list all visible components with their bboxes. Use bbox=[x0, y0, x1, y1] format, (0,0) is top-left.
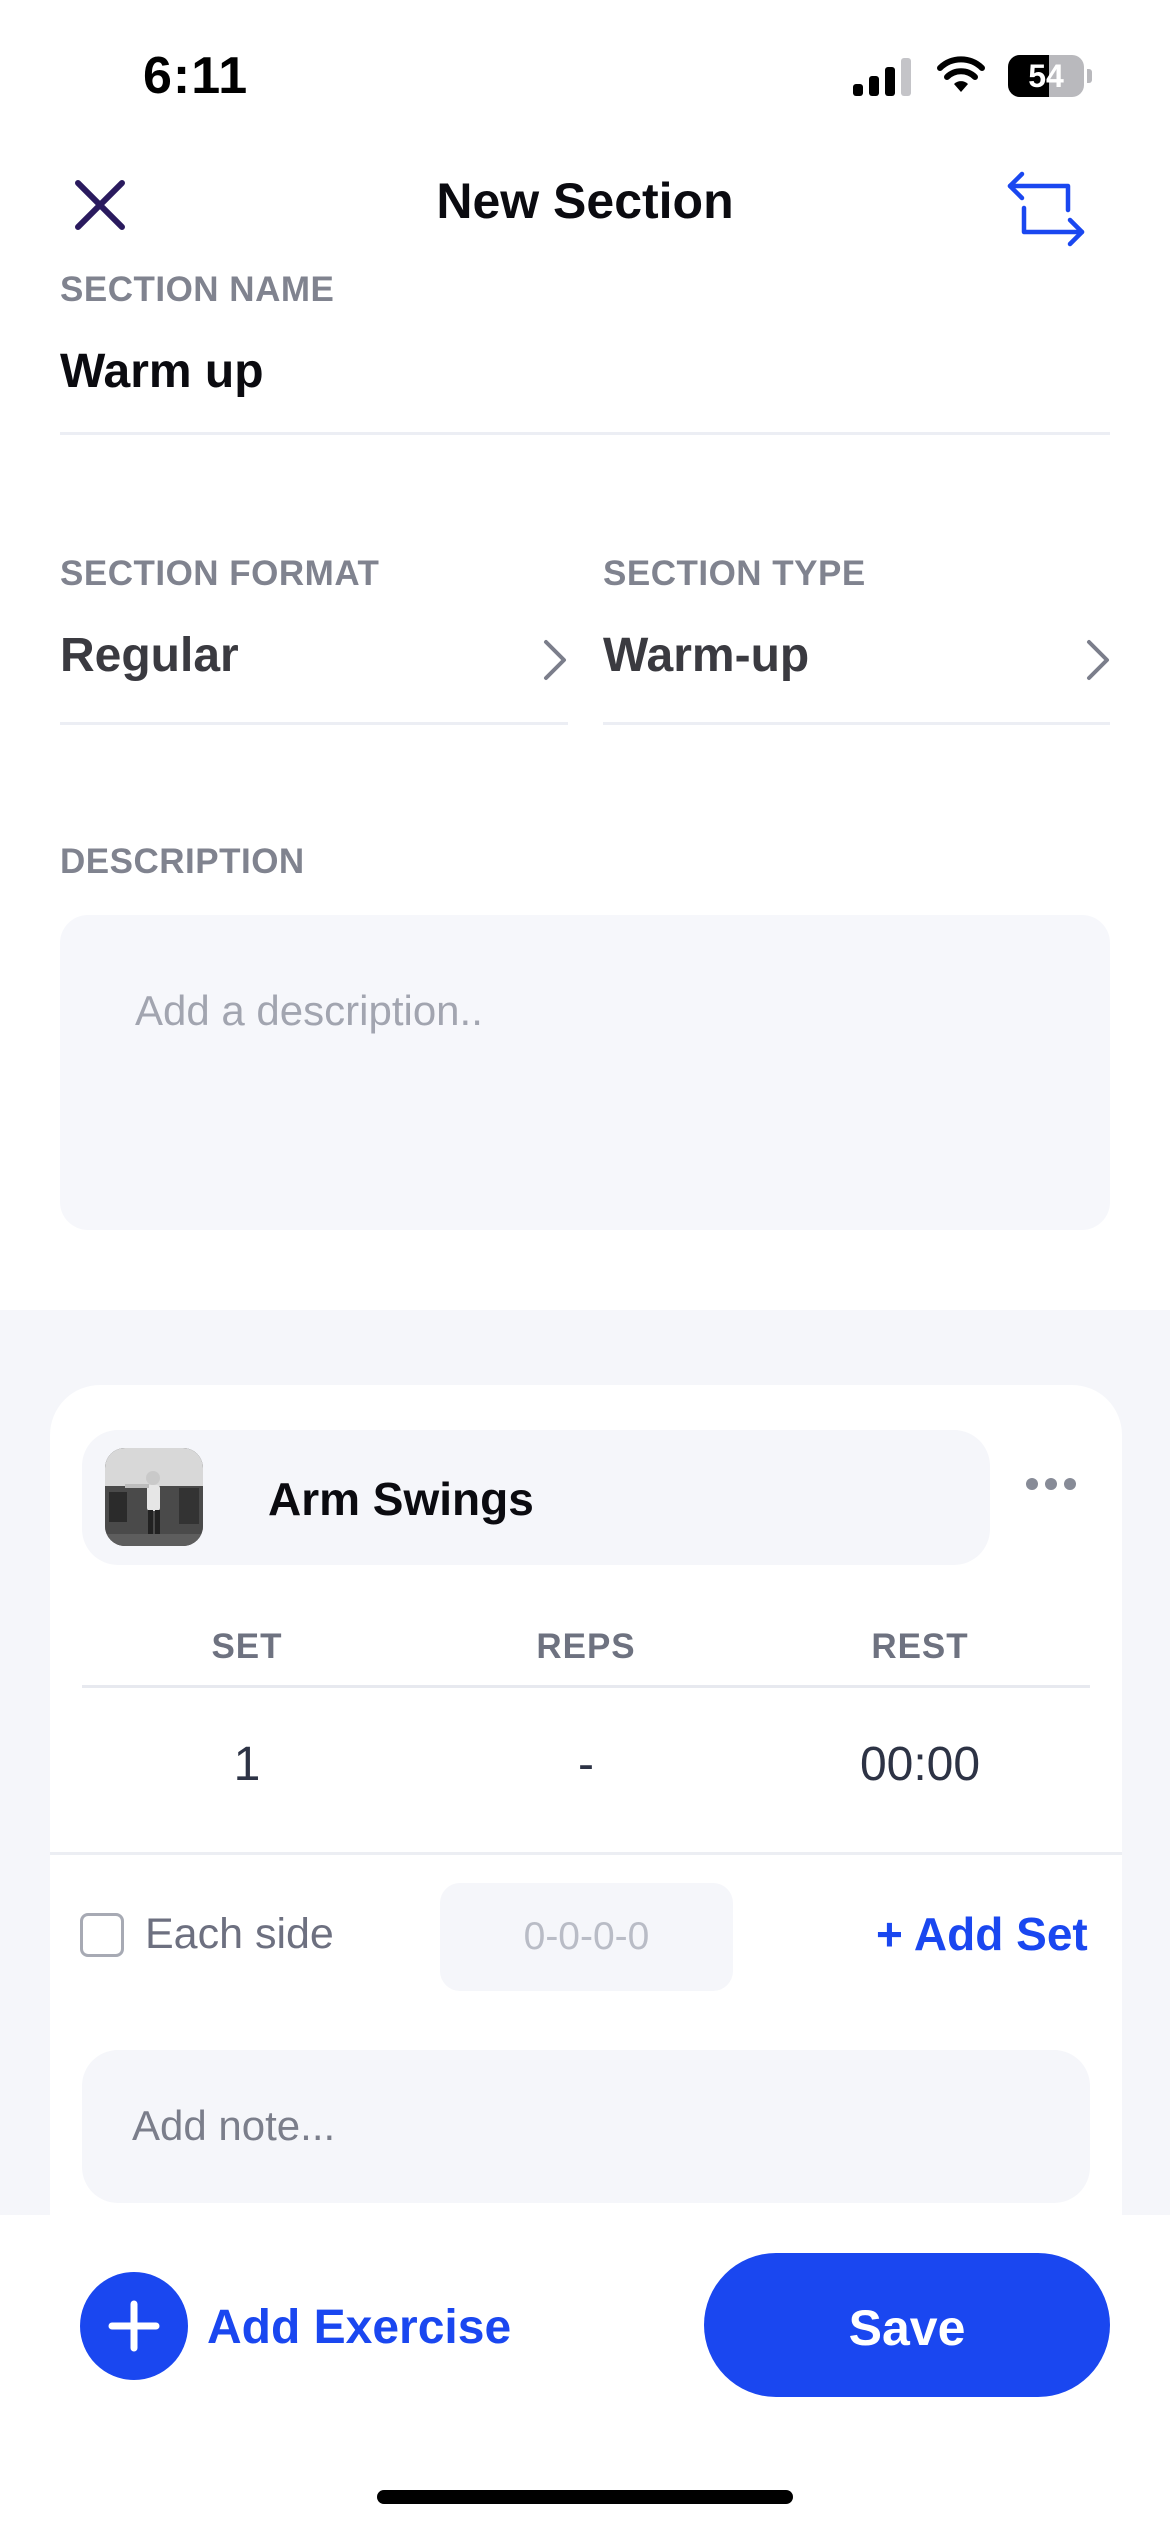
table-row-divider bbox=[50, 1852, 1122, 1855]
section-name-input[interactable]: Warm up bbox=[60, 344, 264, 399]
plus-icon bbox=[108, 2300, 160, 2352]
home-indicator bbox=[377, 2490, 793, 2504]
battery-indicator: 54 bbox=[1008, 55, 1092, 97]
set-number: 1 bbox=[233, 1738, 261, 1791]
tempo-input[interactable]: 0-0-0-0 bbox=[440, 1883, 733, 1991]
status-time: 6:11 bbox=[143, 47, 249, 105]
description-label: DESCRIPTION bbox=[60, 842, 305, 881]
swap-icon[interactable] bbox=[1006, 170, 1086, 248]
section-format-label: SECTION FORMAT bbox=[60, 554, 380, 593]
column-header-rest: REST bbox=[871, 1627, 969, 1666]
save-button[interactable]: Save bbox=[704, 2253, 1110, 2397]
reps-value[interactable]: - bbox=[486, 1737, 686, 1792]
tempo-placeholder: 0-0-0-0 bbox=[523, 1915, 650, 1958]
description-field[interactable]: Add a description.. bbox=[60, 915, 1110, 1230]
more-options-icon[interactable] bbox=[1026, 1477, 1084, 1497]
rest-value[interactable]: 00:00 bbox=[820, 1737, 1020, 1792]
each-side-checkbox[interactable] bbox=[80, 1913, 124, 1957]
section-type-label: SECTION TYPE bbox=[603, 554, 866, 593]
column-header-reps: REPS bbox=[536, 1627, 636, 1666]
chevron-right-icon[interactable] bbox=[1083, 638, 1113, 682]
status-bar: 6:11 54 bbox=[0, 0, 1170, 150]
save-button-label: Save bbox=[848, 2300, 966, 2356]
exercise-thumbnail bbox=[105, 1448, 203, 1546]
exercise-header[interactable]: Arm Swings bbox=[82, 1430, 990, 1565]
page-title: New Section bbox=[436, 173, 734, 229]
section-type-select[interactable]: Warm-up bbox=[603, 628, 809, 683]
exercise-card: Arm Swings SET REPS REST 1 - 00:00 Each … bbox=[50, 1385, 1122, 2285]
battery-percent: 54 bbox=[1028, 58, 1064, 94]
section-format-underline bbox=[60, 722, 568, 725]
cellular-signal-icon bbox=[853, 58, 911, 96]
add-set-button[interactable]: + Add Set bbox=[876, 1907, 1088, 1961]
exercise-name: Arm Swings bbox=[268, 1473, 534, 1525]
wifi-icon bbox=[937, 56, 985, 92]
add-exercise-button[interactable]: Add Exercise bbox=[207, 2300, 511, 2355]
each-side-label: Each side bbox=[145, 1910, 334, 1958]
note-input[interactable]: Add note... bbox=[82, 2050, 1090, 2203]
description-placeholder: Add a description.. bbox=[135, 987, 483, 1034]
section-type-underline bbox=[603, 722, 1110, 725]
note-placeholder: Add note... bbox=[132, 2102, 336, 2149]
chevron-right-icon[interactable] bbox=[540, 638, 570, 682]
column-header-set: SET bbox=[211, 1627, 283, 1666]
add-exercise-plus-button[interactable] bbox=[80, 2272, 188, 2380]
table-header-divider bbox=[82, 1685, 1090, 1688]
bottom-action-bar: Add Exercise Save bbox=[0, 2215, 1170, 2532]
section-name-label: SECTION NAME bbox=[60, 270, 335, 309]
section-format-select[interactable]: Regular bbox=[60, 628, 239, 683]
section-name-underline bbox=[60, 432, 1110, 435]
